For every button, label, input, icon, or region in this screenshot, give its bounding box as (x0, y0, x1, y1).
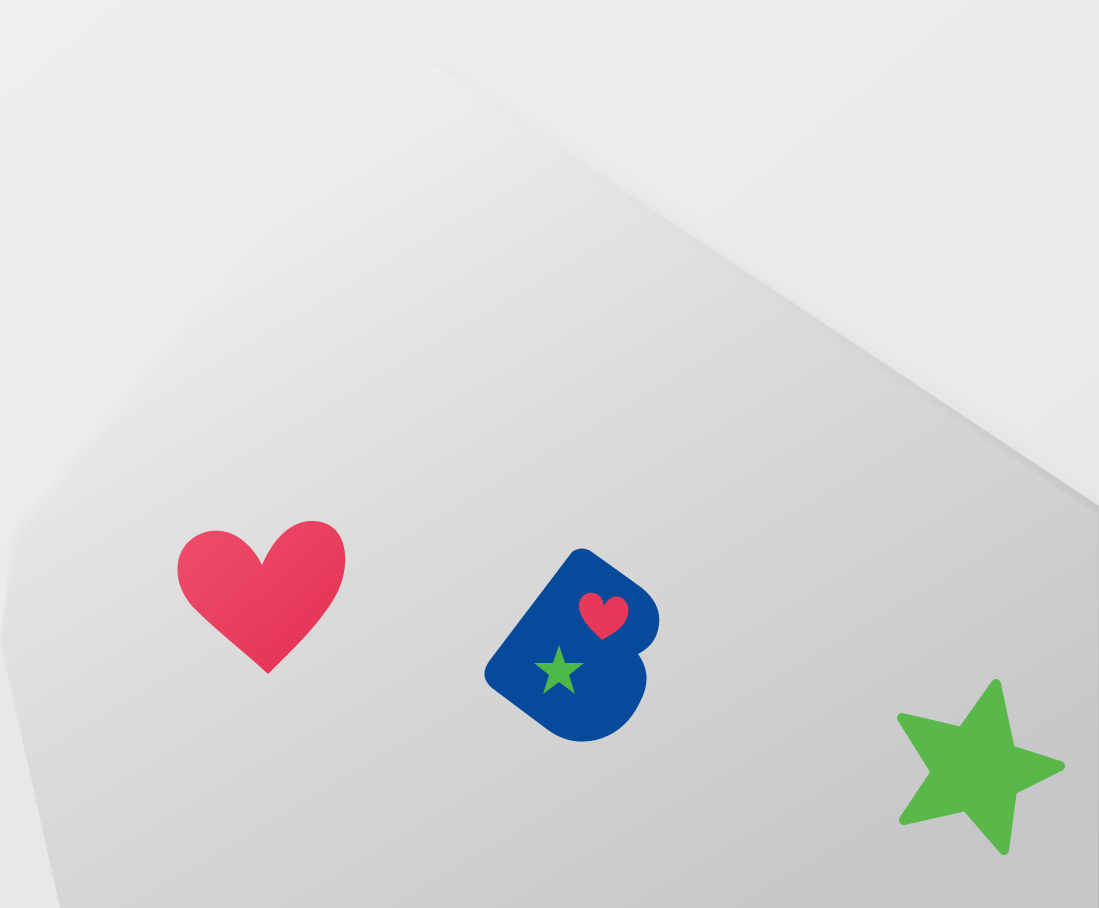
laptop-photo (0, 0, 1099, 908)
photo-scene (0, 0, 1099, 908)
